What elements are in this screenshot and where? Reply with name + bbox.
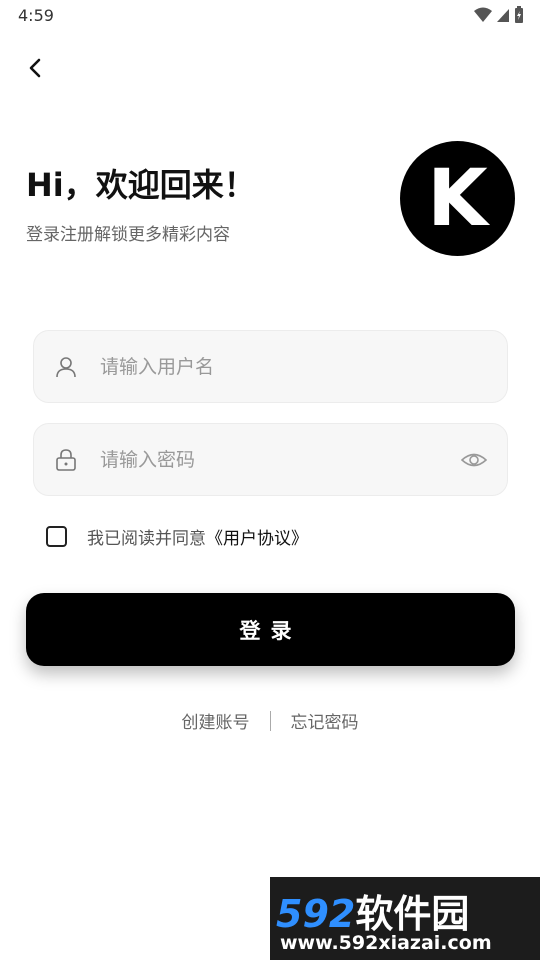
agreement-row: 我已阅读并同意 《用户协议》 (46, 524, 308, 549)
user-agreement-link[interactable]: 《用户协议》 (206, 524, 308, 549)
battery-icon (515, 6, 523, 23)
status-icons (474, 6, 524, 24)
create-account-link[interactable]: 创建账号 (182, 708, 250, 733)
back-button[interactable] (22, 54, 50, 82)
username-field (33, 330, 508, 403)
app-logo: K (400, 141, 515, 256)
page-title: Hi，欢迎回来！ (26, 166, 256, 204)
lock-icon (56, 449, 76, 471)
account-links: 创建账号 忘记密码 (0, 708, 540, 733)
signal-icon (497, 9, 509, 22)
agree-text: 我已阅读并同意 (87, 529, 206, 549)
watermark-brand: 592软件园 (276, 883, 469, 938)
site-watermark: 592软件园 www.592xiazai.com (270, 877, 540, 960)
login-button[interactable]: 登录 (26, 593, 515, 666)
status-bar: 4:59 (0, 0, 540, 32)
password-input[interactable] (100, 438, 460, 482)
password-field (33, 423, 508, 496)
status-time: 4:59 (18, 6, 54, 25)
links-divider (269, 710, 271, 731)
agree-checkbox[interactable] (46, 526, 67, 547)
user-icon (56, 357, 76, 378)
logo-letter: K (427, 153, 488, 244)
watermark-url: www.592xiazai.com (280, 932, 492, 954)
watermark-brand-number: 592 (276, 892, 356, 936)
username-input[interactable] (100, 345, 460, 389)
watermark-brand-text: 软件园 (355, 892, 470, 936)
wifi-icon (474, 7, 492, 22)
forgot-password-link[interactable]: 忘记密码 (291, 708, 359, 733)
eye-icon[interactable] (461, 448, 487, 472)
page-subtitle: 登录注册解锁更多精彩内容 (26, 225, 230, 245)
chevron-left-icon (29, 58, 41, 78)
